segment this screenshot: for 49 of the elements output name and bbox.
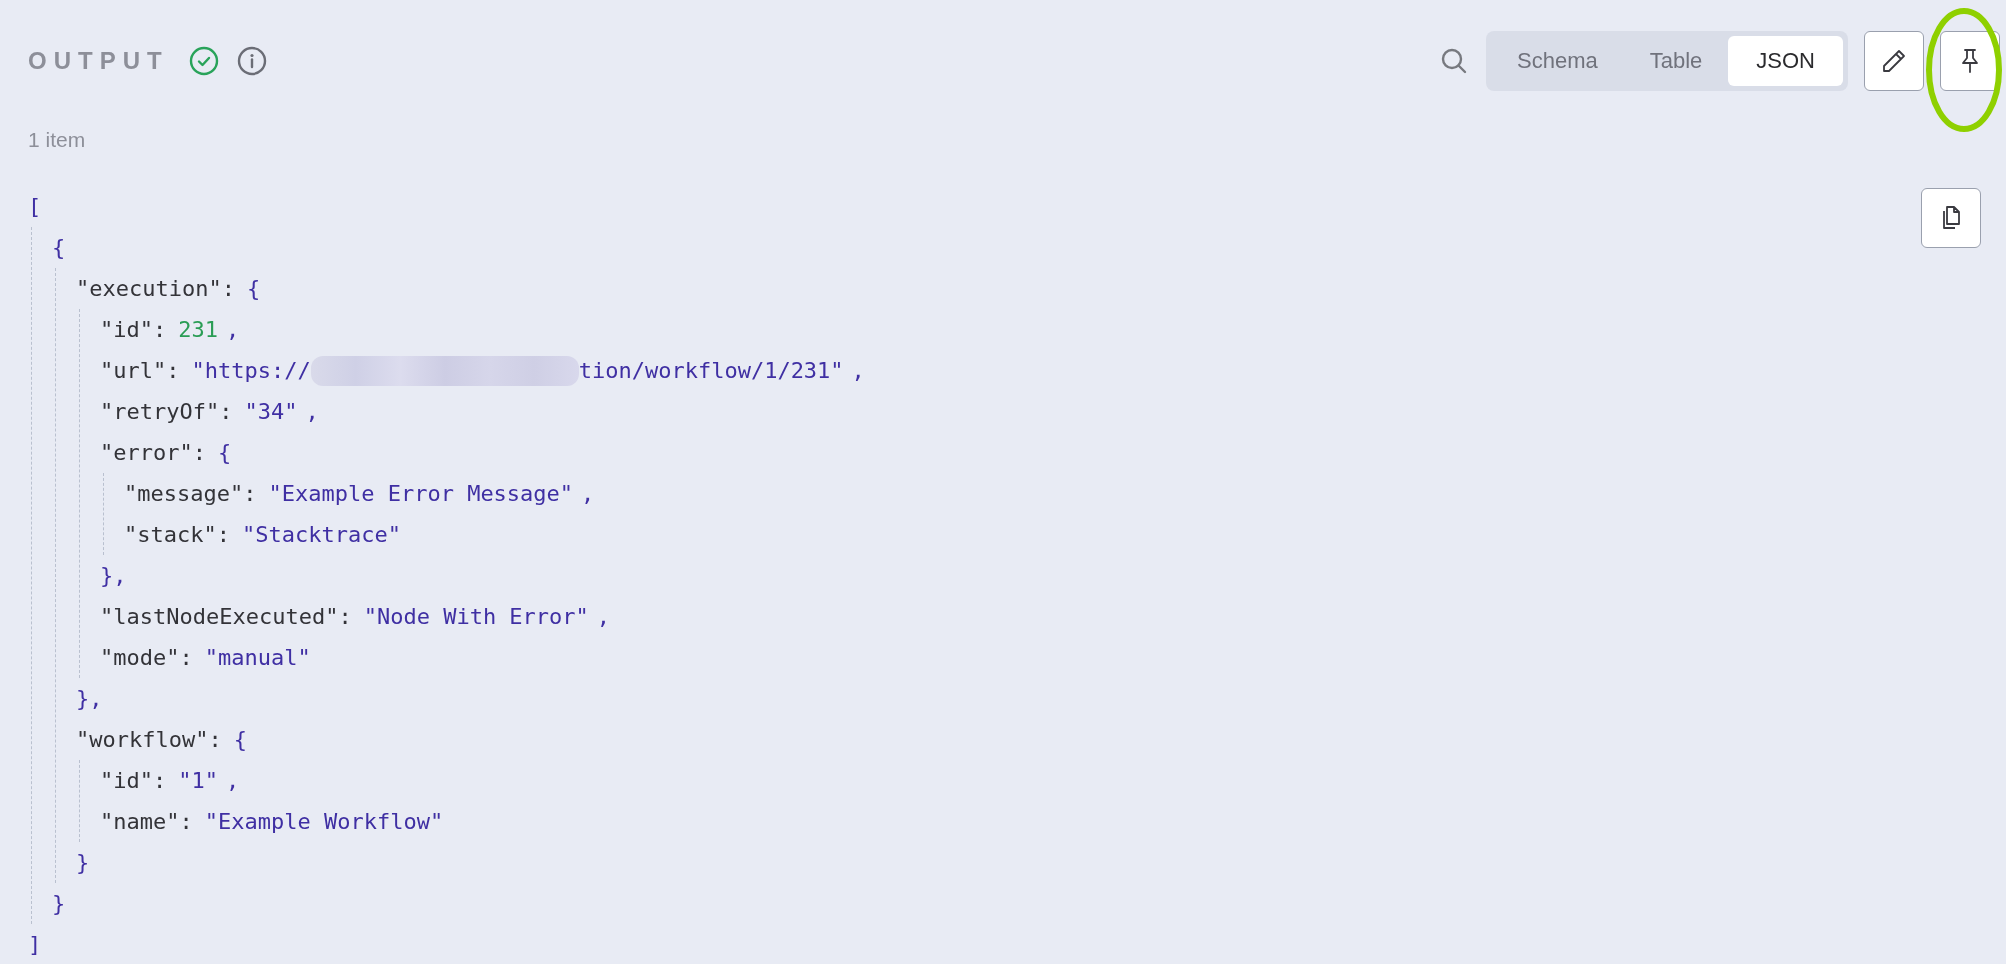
json-key: "stack": <box>124 522 230 547</box>
view-tab[interactable]: Table <box>1623 36 1729 86</box>
close-bracket: }, <box>100 563 127 588</box>
comma: , <box>226 317 240 342</box>
output-title: OUTPUT <box>28 47 169 75</box>
comma: , <box>851 358 865 383</box>
view-tab[interactable]: JSON <box>1728 36 1843 86</box>
view-tab[interactable]: Schema <box>1491 36 1624 86</box>
string-value: "34" <box>244 399 298 424</box>
pin-button[interactable] <box>1940 31 2000 91</box>
copy-button[interactable] <box>1921 188 1981 248</box>
comma: , <box>226 768 240 793</box>
open-bracket: { <box>233 727 247 752</box>
close-bracket: } <box>76 850 90 875</box>
string-value: tion/workflow/1/231" <box>578 358 844 383</box>
json-key: "url": <box>100 358 180 383</box>
item-count: 1 item <box>27 127 87 152</box>
json-key: "mode": <box>100 645 193 670</box>
json-key: "workflow": <box>76 727 222 752</box>
string-value: "https:// <box>191 358 311 383</box>
string-value: "Node With Error" <box>363 604 589 629</box>
json-key: "error": <box>100 440 206 465</box>
number-value: 231 <box>178 317 218 342</box>
json-key: "message": <box>124 481 257 506</box>
open-bracket: { <box>217 440 232 465</box>
comma: , <box>305 399 319 424</box>
json-key: "retryOf": <box>100 399 233 424</box>
string-value: "Example Error Message" <box>268 481 574 506</box>
string-value: "manual" <box>204 645 311 670</box>
open-bracket: [ <box>28 194 42 219</box>
json-key: "id": <box>100 317 167 342</box>
comma: , <box>581 481 595 506</box>
json-key: "lastNodeExecuted": <box>100 604 352 629</box>
close-bracket: ] <box>28 932 42 957</box>
pencil-icon <box>1881 48 1907 74</box>
open-bracket: { <box>246 276 261 301</box>
json-key: "id": <box>100 768 167 793</box>
comma: , <box>596 604 611 629</box>
string-value: "Example Workflow" <box>204 809 444 834</box>
edit-button[interactable] <box>1864 31 1924 91</box>
string-value: "1" <box>178 768 218 793</box>
close-bracket: }, <box>76 686 103 711</box>
json-key: "execution": <box>76 276 235 301</box>
close-bracket: } <box>52 891 66 916</box>
open-bracket: { <box>52 235 66 260</box>
string-value: "Stacktrace" <box>241 522 401 547</box>
search-icon[interactable] <box>1440 47 1468 75</box>
info-icon[interactable] <box>236 46 267 76</box>
json-key: "name": <box>100 809 193 834</box>
